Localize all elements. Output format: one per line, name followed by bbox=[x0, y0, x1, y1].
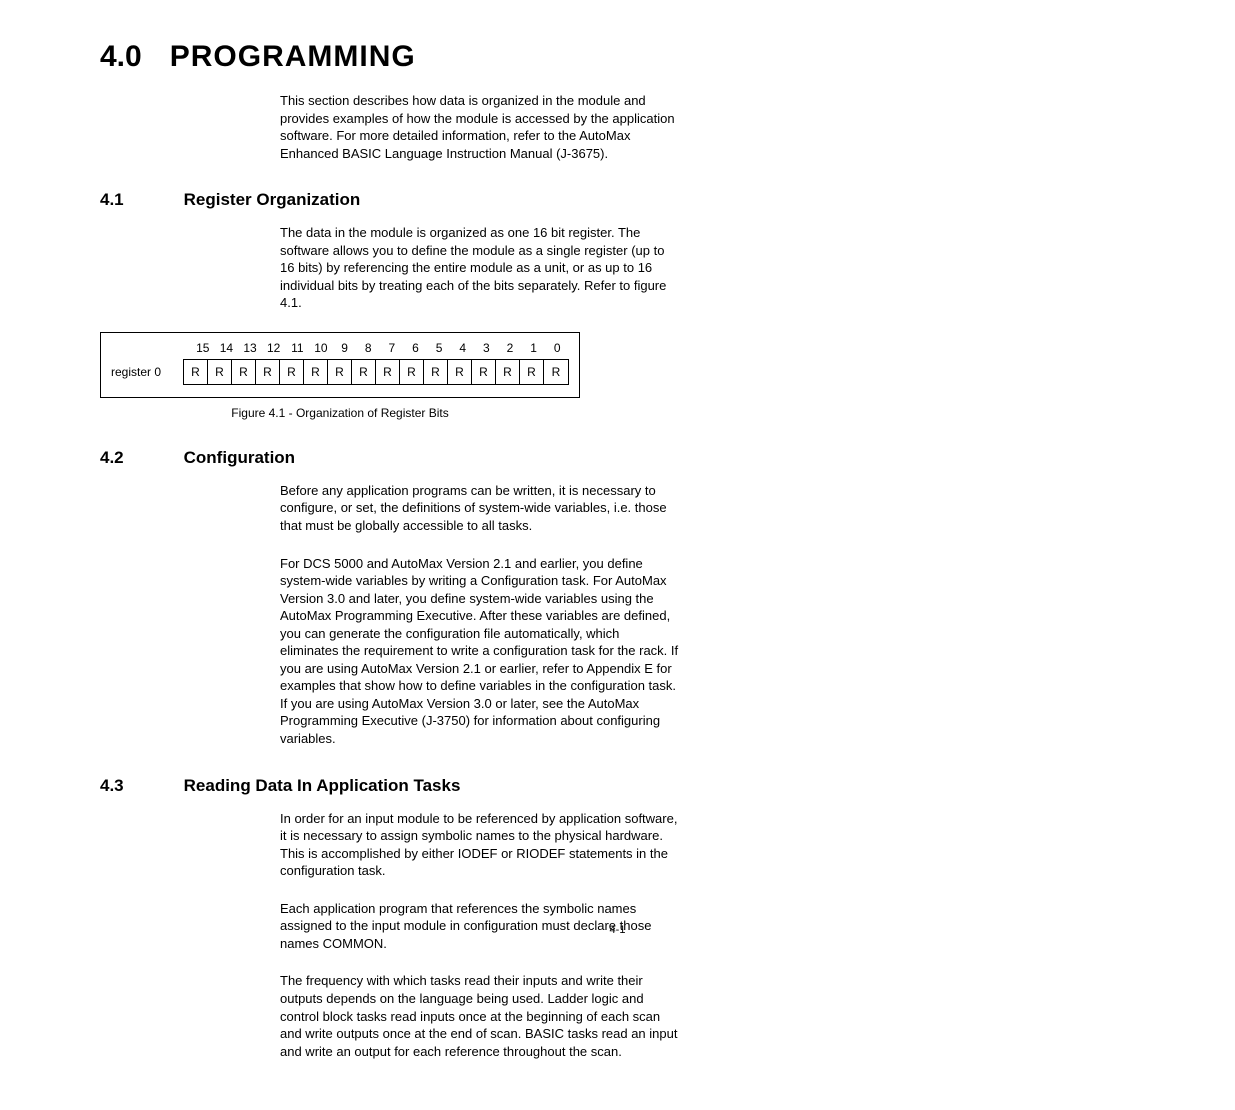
bit-header-row: 15 14 13 12 11 10 9 8 7 6 5 4 3 2 1 0 bbox=[191, 341, 569, 355]
bit-label: 15 bbox=[191, 341, 215, 355]
bit-cell: R bbox=[256, 360, 280, 384]
section-number: 4.3 bbox=[100, 776, 124, 796]
bit-label: 4 bbox=[451, 341, 475, 355]
page-number: 4-1 bbox=[610, 924, 626, 936]
bit-label: 12 bbox=[262, 341, 286, 355]
section-41-heading: 4.1 Register Organization bbox=[100, 190, 1135, 210]
bit-cell: R bbox=[328, 360, 352, 384]
bit-label: 6 bbox=[404, 341, 428, 355]
section-43-p3: The frequency with which tasks read thei… bbox=[280, 972, 680, 1060]
register-label: register 0 bbox=[111, 365, 183, 379]
bit-cell: R bbox=[424, 360, 448, 384]
bit-cell: R bbox=[472, 360, 496, 384]
section-43-p1: In order for an input module to be refer… bbox=[280, 810, 680, 880]
bit-cell: R bbox=[304, 360, 328, 384]
main-heading: 4.0 PROGRAMMING bbox=[100, 40, 1135, 74]
bit-label: 3 bbox=[475, 341, 499, 355]
section-number: 4.1 bbox=[100, 190, 124, 210]
bit-label: 11 bbox=[286, 341, 310, 355]
bit-grid: R R R R R R R R R R R R R R R R bbox=[183, 359, 569, 385]
section-42-p2: For DCS 5000 and AutoMax Version 2.1 and… bbox=[280, 555, 680, 748]
section-41-body: The data in the module is organized as o… bbox=[280, 224, 680, 312]
bit-label: 8 bbox=[356, 341, 380, 355]
bit-label: 2 bbox=[498, 341, 522, 355]
bit-label: 9 bbox=[333, 341, 357, 355]
bit-label: 10 bbox=[309, 341, 333, 355]
main-heading-title: PROGRAMMING bbox=[170, 40, 416, 74]
section-42-p1: Before any application programs can be w… bbox=[280, 482, 680, 535]
bit-label: 1 bbox=[522, 341, 546, 355]
bit-cell: R bbox=[496, 360, 520, 384]
figure-caption: Figure 4.1 - Organization of Register Bi… bbox=[100, 406, 580, 420]
main-heading-number: 4.0 bbox=[100, 40, 142, 74]
section-43-heading: 4.3 Reading Data In Application Tasks bbox=[100, 776, 1135, 796]
bit-cell: R bbox=[208, 360, 232, 384]
bit-label: 13 bbox=[238, 341, 262, 355]
figure-41: 15 14 13 12 11 10 9 8 7 6 5 4 3 2 1 0 re… bbox=[100, 332, 1135, 420]
section-title: Register Organization bbox=[184, 190, 361, 210]
bit-cell: R bbox=[232, 360, 256, 384]
section-42-heading: 4.2 Configuration bbox=[100, 448, 1135, 468]
register-row: register 0 R R R R R R R R R R R R R R R bbox=[111, 359, 569, 385]
bit-cell: R bbox=[280, 360, 304, 384]
bit-cell: R bbox=[448, 360, 472, 384]
bit-cell: R bbox=[544, 360, 568, 384]
bit-cell: R bbox=[376, 360, 400, 384]
bit-label: 5 bbox=[427, 341, 451, 355]
section-title: Reading Data In Application Tasks bbox=[184, 776, 461, 796]
figure-box: 15 14 13 12 11 10 9 8 7 6 5 4 3 2 1 0 re… bbox=[100, 332, 580, 398]
bit-cell: R bbox=[400, 360, 424, 384]
bit-cell: R bbox=[184, 360, 208, 384]
section-number: 4.2 bbox=[100, 448, 124, 468]
bit-cell: R bbox=[352, 360, 376, 384]
section-title: Configuration bbox=[184, 448, 295, 468]
bit-label: 7 bbox=[380, 341, 404, 355]
intro-paragraph: This section describes how data is organ… bbox=[280, 92, 680, 162]
bit-label: 0 bbox=[545, 341, 569, 355]
bit-label: 14 bbox=[215, 341, 239, 355]
bit-cell: R bbox=[520, 360, 544, 384]
